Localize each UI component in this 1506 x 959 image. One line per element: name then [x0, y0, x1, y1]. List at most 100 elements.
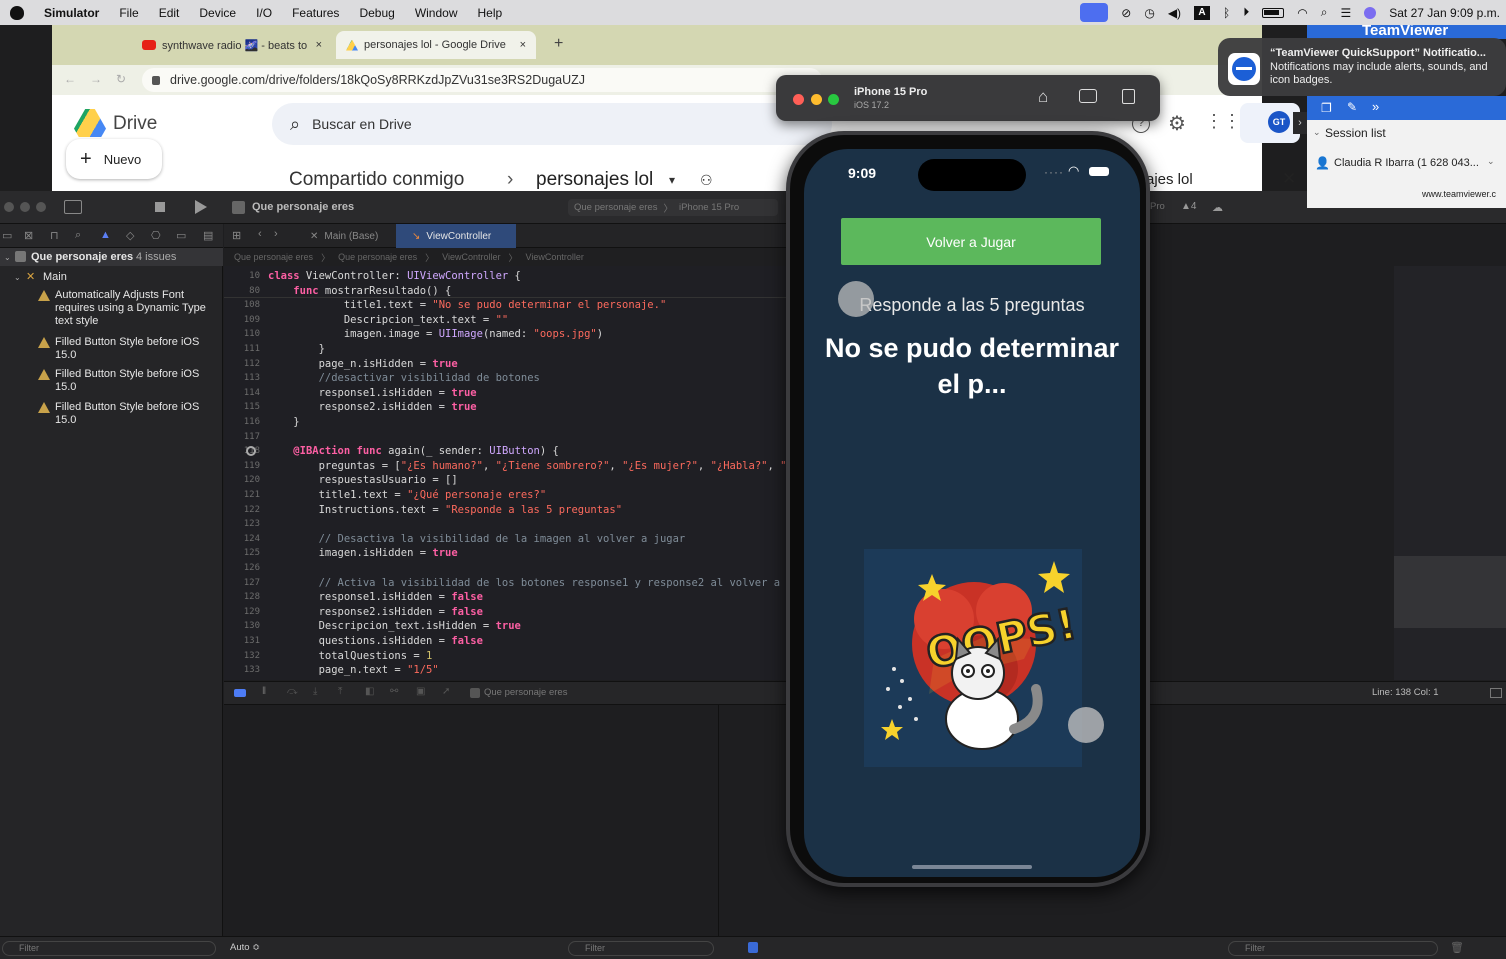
code-line[interactable]: page_n.isHidden = true [268, 358, 458, 370]
close-icon[interactable]: × [520, 39, 526, 51]
drive-title[interactable]: Drive [113, 113, 157, 135]
tab-synthwave[interactable]: synthwave radio 🌌 - beats to × [132, 31, 332, 59]
console-filter-input[interactable]: Filter [1228, 941, 1438, 956]
forward-icon[interactable]: › [274, 228, 278, 240]
code-line[interactable]: // Activa la visibilidad de los botones … [268, 577, 780, 589]
time-machine-icon[interactable]: ◷ [1144, 6, 1154, 20]
window-zoom-dot[interactable] [828, 94, 839, 105]
step-into-icon[interactable]: ⤓ [313, 686, 317, 697]
code-line[interactable]: respuestasUsuario = [] [268, 474, 458, 486]
memory-graph-icon[interactable]: ⚯ [390, 686, 398, 697]
code-line[interactable]: response2.isHidden = true [268, 401, 477, 413]
issue-row[interactable]: Automatically Adjusts Font requires usin… [0, 288, 223, 330]
session-list-title[interactable]: Session list [1325, 126, 1386, 140]
pause-icon[interactable]: ‖ [262, 686, 266, 697]
settings-gear-icon[interactable]: ⚙ [1168, 111, 1186, 136]
reload-icon[interactable]: ↻ [116, 72, 126, 86]
jump-project[interactable]: Que personaje eres [234, 252, 313, 262]
folder-icon[interactable]: ▭ [2, 229, 12, 242]
breakpoint-icon[interactable]: ▭ [176, 229, 186, 242]
screen-share-icon[interactable] [1080, 3, 1109, 22]
apps-grid-icon[interactable]: ⋮⋮ [1205, 111, 1241, 132]
new-tab-button[interactable]: + [554, 35, 563, 53]
code-line[interactable]: totalQuestions = 1 [268, 650, 433, 662]
window-zoom-dot[interactable] [36, 202, 46, 212]
menu-help[interactable]: Help [478, 6, 503, 20]
back-icon[interactable]: ‹ [258, 228, 262, 240]
back-icon[interactable]: ← [64, 72, 76, 86]
forward-icon[interactable]: → [90, 72, 102, 86]
source-control-icon[interactable]: ⊠ [24, 229, 33, 242]
collapse-arrow-icon[interactable]: › [1293, 112, 1307, 134]
menu-app-simulator[interactable]: Simulator [44, 6, 99, 20]
code-line[interactable]: } [268, 416, 299, 428]
environment-icon[interactable]: ▣ [416, 686, 425, 697]
console-output-icon[interactable] [748, 942, 758, 953]
input-source-icon[interactable]: A [1194, 5, 1211, 20]
menubar-clock[interactable]: Sat 27 Jan 9:09 p.m. [1389, 6, 1500, 20]
code-line[interactable]: Descripcion_text.isHidden = true [268, 620, 521, 632]
location-icon[interactable]: ➚ [442, 686, 450, 697]
code-line[interactable]: title1.text = "No se pudo determinar el … [268, 299, 666, 311]
minimap-viewport[interactable] [1394, 556, 1506, 628]
issue-row[interactable]: Filled Button Style before iOS 15.0 [0, 367, 223, 395]
auto-variables-select[interactable]: Auto ≎ [230, 942, 260, 953]
apple-icon[interactable] [10, 5, 24, 20]
code-line[interactable]: } [268, 343, 325, 355]
code-line[interactable]: page_n.text = "1/5" [268, 664, 439, 676]
tab-viewcontroller[interactable]: ↘ ViewController [396, 224, 516, 248]
tab-drive[interactable]: personajes lol - Google Drive × [336, 31, 536, 59]
view-debugger-icon[interactable]: ◧ [365, 686, 374, 697]
window-close-dot[interactable] [4, 202, 14, 212]
chevron-down-icon[interactable]: ⌄ [1313, 127, 1321, 138]
code-line[interactable]: questions.isHidden = false [268, 635, 483, 647]
test-icon[interactable]: ◇ [126, 229, 134, 242]
bookmark-icon[interactable]: ⊓ [50, 229, 59, 242]
minimap[interactable] [1394, 266, 1506, 680]
window-minimize-dot[interactable] [811, 94, 822, 105]
menu-file[interactable]: File [119, 6, 138, 20]
close-icon[interactable]: ✕ [310, 231, 318, 242]
code-line[interactable]: imagen.image = UIImage(named: "oops.jpg"… [268, 328, 603, 340]
teamviewer-url[interactable]: www.teamviewer.c [1422, 189, 1496, 199]
code-line[interactable]: Instructions.text = "Responde a las 5 pr… [268, 504, 622, 516]
code-line[interactable]: imagen.isHidden = true [268, 547, 458, 559]
stop-icon[interactable] [155, 202, 165, 212]
avatar[interactable]: GT [1268, 111, 1290, 133]
copy-icon[interactable]: ❐ [1321, 101, 1332, 115]
breadcrumb-folder[interactable]: personajes lol [536, 169, 653, 191]
find-icon[interactable]: ⌕ [75, 229, 81, 242]
details-close-button[interactable]: ✕ [1282, 169, 1296, 189]
tools-icon[interactable]: ✎ [1347, 100, 1357, 114]
menu-window[interactable]: Window [415, 6, 458, 20]
code-line[interactable]: response1.isHidden = false [268, 591, 483, 603]
step-over-icon[interactable]: ⤼ [287, 686, 298, 697]
code-line[interactable]: preguntas = ["¿Es humano?", "¿Tiene somb… [268, 460, 786, 472]
scheme-selector[interactable]: Que personaje eres 〉 iPhone 15 Pro [568, 199, 778, 216]
siri-icon[interactable] [1364, 6, 1377, 19]
code-line[interactable]: Descripcion_text.text = "" [268, 314, 508, 326]
code-line[interactable]: class ViewController: UIViewController { [268, 270, 521, 282]
jump-symbol[interactable]: ViewController [526, 252, 584, 262]
close-icon[interactable]: × [316, 39, 322, 51]
issue-row[interactable]: Filled Button Style before iOS 15.0 [0, 335, 223, 363]
iphone-screen[interactable]: 9:09 ···· ◠ Volver a Jugar Responde a la… [804, 149, 1140, 877]
code-editor[interactable]: 10 class ViewController: UIViewController… [224, 266, 786, 680]
drive-search-input[interactable]: ⌕ Buscar en Drive [272, 103, 832, 145]
teamviewer-notification[interactable]: “TeamViewer QuickSupport” Notificatio...… [1218, 38, 1506, 96]
sidebar-toggle-icon[interactable] [64, 200, 82, 214]
console-toggle-icon[interactable] [234, 689, 246, 697]
code-line[interactable]: func mostrarResultado() { [268, 285, 451, 297]
code-line[interactable]: @IBAction func again(_ sender: UIButton)… [268, 445, 559, 457]
shared-users-icon[interactable]: ⚇ [700, 172, 713, 189]
bluetooth-icon[interactable]: ᛒ [1223, 6, 1230, 20]
jump-folder[interactable]: Que personaje eres [338, 252, 417, 262]
home-icon[interactable]: ⌂ [1038, 87, 1048, 107]
control-center-icon[interactable]: ☰ [1340, 6, 1351, 20]
window-close-dot[interactable] [793, 94, 804, 105]
variables-view[interactable] [224, 705, 719, 945]
screenshot-camera-icon[interactable] [1079, 89, 1097, 103]
spotlight-search-icon[interactable]: ⌕ [1321, 5, 1328, 20]
navigator-group-row[interactable]: ⌄ ✕ Main [0, 269, 223, 285]
code-line[interactable]: //desactivar visibilidad de botones [268, 372, 540, 384]
